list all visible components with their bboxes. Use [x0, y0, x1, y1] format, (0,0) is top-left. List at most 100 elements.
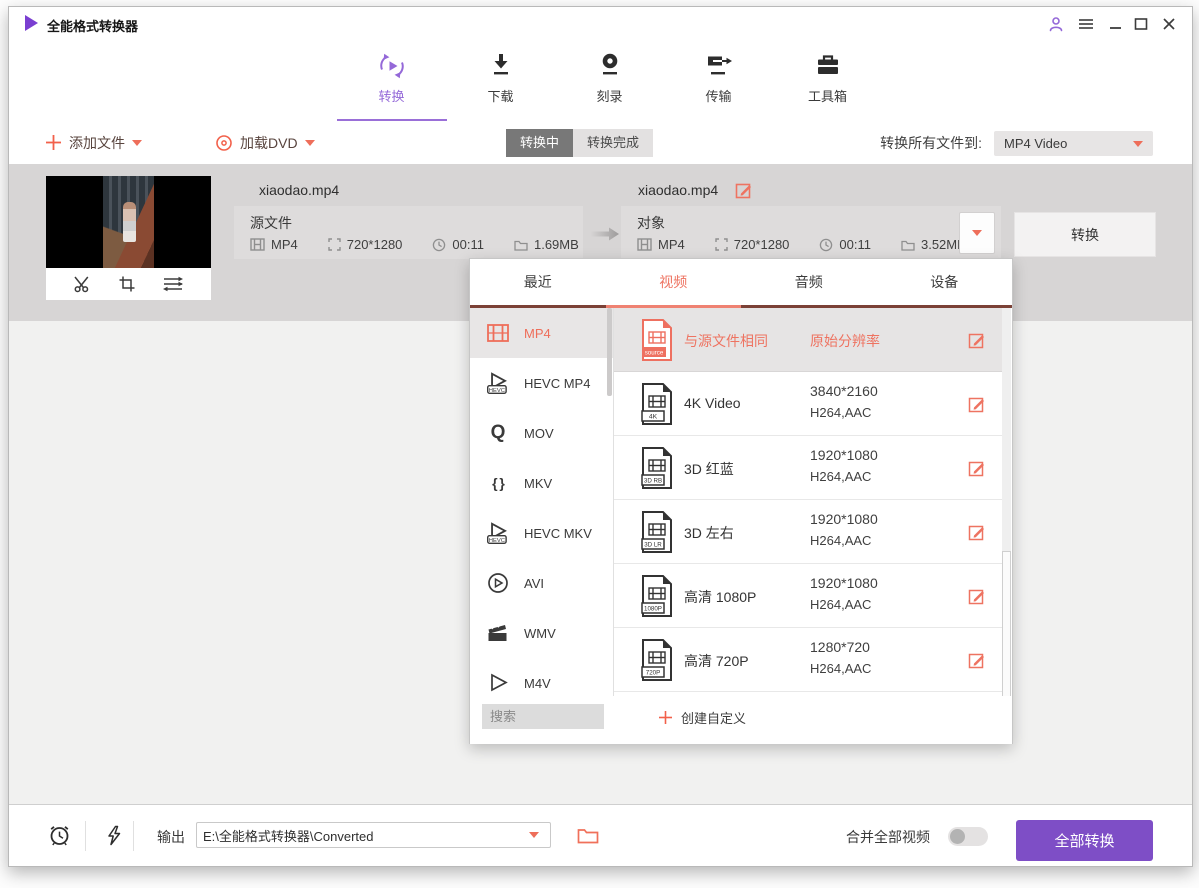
- arrow-right-icon: [589, 226, 621, 242]
- svg-text:HEVC: HEVC: [489, 538, 505, 544]
- file-size-folder-icon: [901, 239, 915, 251]
- panel-tab-video[interactable]: 视频: [606, 259, 742, 305]
- chevron-down-icon: [132, 140, 142, 146]
- edit-preset-icon[interactable]: [968, 651, 986, 669]
- toolbar: 添加文件 加载DVD 转换中 转换完成 转换所有文件到: MP4 Video: [9, 121, 1192, 165]
- preset-codec: H264,AAC: [810, 405, 871, 420]
- account-button[interactable]: [1048, 14, 1064, 34]
- effects-sliders-icon[interactable]: [162, 276, 184, 292]
- hevc-play-icon: HEVC: [485, 520, 511, 546]
- chevron-down-icon[interactable]: [529, 832, 539, 838]
- create-custom-button[interactable]: 创建自定义: [658, 708, 746, 727]
- crop-icon[interactable]: [118, 275, 136, 293]
- preset-resolution: 3840*2160: [810, 383, 878, 399]
- add-files-button[interactable]: 添加文件: [45, 121, 142, 164]
- format-item-avi[interactable]: AVI: [470, 558, 613, 608]
- trim-scissors-icon[interactable]: [73, 275, 92, 293]
- panel-tab-device[interactable]: 设备: [877, 259, 1013, 305]
- quicktime-q-icon: Q: [491, 422, 506, 444]
- maximize-button[interactable]: [1134, 14, 1148, 34]
- clapperboard-icon: [486, 622, 510, 644]
- open-folder-icon[interactable]: [577, 826, 599, 844]
- chevron-down-icon: [972, 230, 982, 236]
- output-format-select[interactable]: MP4 Video: [994, 131, 1153, 156]
- burn-disc-icon: [597, 51, 623, 81]
- preset-row-4k[interactable]: 4K 4K Video 3840*2160 H264,AAC: [614, 372, 1004, 436]
- target-info-box: 对象 MP4 720*1280 00:11 3.52MB: [621, 206, 1001, 259]
- user-icon: [1048, 16, 1064, 32]
- format-item-mp4[interactable]: MP4: [470, 308, 613, 358]
- schedule-alarm-icon[interactable]: [47, 823, 72, 848]
- preset-resolution: 1920*1080: [810, 447, 878, 463]
- video-frame: [103, 176, 154, 268]
- play-outline-icon: [486, 671, 510, 695]
- format-item-wmv[interactable]: WMV: [470, 608, 613, 658]
- panel-tab-audio[interactable]: 音频: [741, 259, 877, 305]
- high-speed-bolt-icon[interactable]: [105, 825, 123, 846]
- svg-text:3D RB: 3D RB: [644, 478, 662, 485]
- source-title: 源文件: [250, 213, 292, 233]
- format-label: MP4: [524, 326, 551, 341]
- format-item-hevc-mp4[interactable]: HEVC HEVC MP4: [470, 358, 613, 408]
- preset-row-same-as-source[interactable]: source 与源文件相同 原始分辨率: [614, 308, 1004, 372]
- tab-finished[interactable]: 转换完成: [573, 129, 653, 157]
- main-nav: 转换 下载 刻录: [9, 41, 1192, 122]
- format-search-input[interactable]: [482, 704, 604, 729]
- format-dropdown-button[interactable]: [959, 212, 995, 254]
- svg-text:3D LR: 3D LR: [644, 542, 662, 549]
- video-file-icon: 1080P: [640, 575, 674, 617]
- load-dvd-button[interactable]: 加载DVD: [215, 121, 315, 164]
- dvd-icon: [215, 134, 233, 152]
- format-item-mov[interactable]: Q MOV: [470, 408, 613, 458]
- target-duration: 00:11: [839, 237, 871, 252]
- edit-preset-icon[interactable]: [968, 523, 986, 541]
- preset-row-3d-rb[interactable]: 3D RB 3D 红蓝 1920*1080 H264,AAC: [614, 436, 1004, 500]
- nav-tab-convert[interactable]: 转换: [337, 51, 446, 105]
- preset-name: 高清 720P: [684, 651, 749, 671]
- preset-row-720p[interactable]: 720P 高清 720P 1280*720 H264,AAC: [614, 628, 1004, 692]
- preset-resolution: 1280*720: [810, 639, 870, 655]
- close-button[interactable]: [1162, 14, 1176, 34]
- video-thumbnail[interactable]: [46, 176, 211, 268]
- nav-tab-burn[interactable]: 刻录: [555, 51, 664, 105]
- edit-preset-icon[interactable]: [968, 395, 986, 413]
- format-label: MKV: [524, 476, 552, 491]
- edit-preset-icon[interactable]: [968, 331, 986, 349]
- format-item-hevc-mkv[interactable]: HEVC HEVC MKV: [470, 508, 613, 558]
- convert-icon: [377, 51, 407, 81]
- format-item-mkv[interactable]: { } MKV: [470, 458, 613, 508]
- menu-button[interactable]: [1078, 14, 1094, 34]
- nav-tab-transfer[interactable]: 传输: [664, 51, 773, 105]
- preset-codec: H264,AAC: [810, 469, 871, 484]
- convert-all-button[interactable]: 全部转换: [1016, 820, 1153, 861]
- format-list-scrollbar[interactable]: [607, 308, 612, 396]
- panel-tab-recent[interactable]: 最近: [470, 259, 606, 305]
- target-title: 对象: [637, 213, 665, 233]
- mp4-filmstrip-icon: [485, 321, 511, 345]
- video-file-icon: 720P: [640, 639, 674, 681]
- minimize-button[interactable]: [1109, 14, 1122, 34]
- convert-row-button[interactable]: 转换: [1014, 212, 1156, 257]
- merge-videos-toggle[interactable]: [948, 827, 988, 846]
- preset-codec: H264,AAC: [810, 533, 871, 548]
- preset-row-1080p[interactable]: 1080P 高清 1080P 1920*1080 H264,AAC: [614, 564, 1004, 628]
- edit-preset-icon[interactable]: [968, 459, 986, 477]
- minimize-icon: [1109, 17, 1122, 31]
- source-duration: 00:11: [452, 237, 484, 252]
- nav-tab-download[interactable]: 下载: [446, 51, 555, 105]
- rename-edit-icon[interactable]: [735, 181, 753, 199]
- source-file-name: xiaodao.mp4: [259, 182, 339, 198]
- svg-text:HEVC: HEVC: [489, 388, 505, 394]
- format-item-m4v[interactable]: M4V: [470, 658, 613, 696]
- output-format-value: MP4 Video: [1004, 136, 1067, 151]
- video-file-icon: 3D LR: [640, 511, 674, 553]
- nav-tab-label: 刻录: [555, 86, 664, 105]
- output-path-input[interactable]: [196, 822, 551, 848]
- tab-converting[interactable]: 转换中: [506, 129, 573, 157]
- panel-footer: 创建自定义: [470, 696, 1012, 744]
- person-figure: [123, 202, 136, 242]
- edit-preset-icon[interactable]: [968, 587, 986, 605]
- convert-all-to-label: 转换所有文件到:: [880, 133, 982, 153]
- nav-tab-toolbox[interactable]: 工具箱: [773, 51, 882, 105]
- preset-row-3d-lr[interactable]: 3D LR 3D 左右 1920*1080 H264,AAC: [614, 500, 1004, 564]
